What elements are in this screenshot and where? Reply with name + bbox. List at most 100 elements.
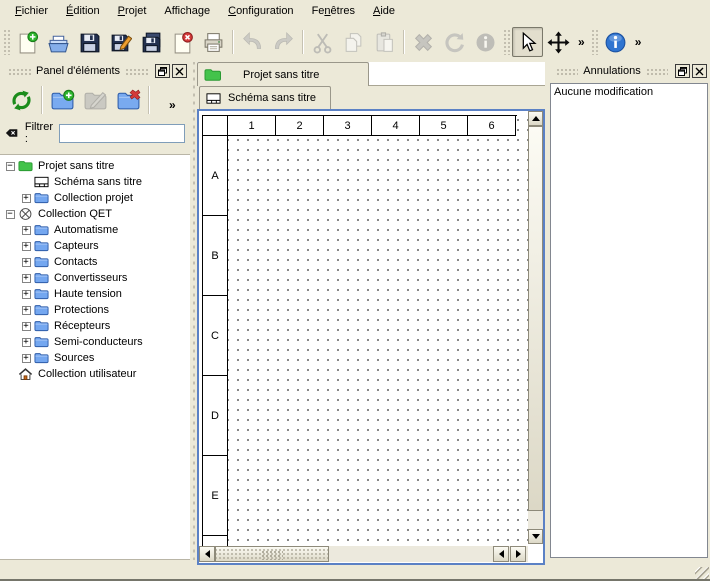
project-folder-icon	[204, 67, 221, 82]
expand-icon[interactable]: +	[22, 258, 31, 267]
menu-item-projet[interactable]: Projet	[109, 3, 156, 19]
schema-icon	[206, 92, 221, 105]
main-toolbar: » »	[0, 22, 710, 62]
open-file-button[interactable]	[43, 27, 74, 57]
tree-item-label: Collection QET	[38, 208, 112, 220]
save-button[interactable]	[74, 27, 105, 57]
element-info-button[interactable]	[470, 27, 501, 57]
dock-close-button[interactable]	[172, 64, 187, 78]
expand-icon[interactable]: +	[22, 194, 31, 203]
tree-item[interactable]: −Projet sans titre	[0, 158, 190, 174]
select-arrow-icon	[516, 31, 539, 54]
tab-project[interactable]: Projet sans titre	[197, 62, 369, 86]
menu-item-fichier[interactable]: Fichier	[6, 3, 57, 19]
rotate-button[interactable]	[439, 27, 470, 57]
expand-icon[interactable]: +	[22, 226, 31, 235]
schema-view[interactable]: 123456 ABCDE	[197, 109, 545, 565]
folder-blue-icon	[34, 239, 49, 253]
print-button[interactable]	[198, 27, 229, 57]
horizontal-scrollbar[interactable]	[199, 546, 528, 562]
panel-toolbar-overflow-button[interactable]: »	[165, 98, 180, 112]
undo-history-list[interactable]: Aucune modification	[550, 83, 708, 558]
menu-item-aide[interactable]: Aide	[364, 3, 404, 19]
schema-canvas[interactable]: 123456 ABCDE	[199, 111, 528, 547]
new-category-button[interactable]	[46, 84, 79, 116]
tree-item[interactable]: +Automatisme	[0, 222, 190, 238]
scroll-right-button[interactable]	[510, 546, 526, 562]
undo-button[interactable]	[237, 27, 268, 57]
expand-icon[interactable]: +	[22, 306, 31, 315]
tree-item[interactable]: +Capteurs	[0, 238, 190, 254]
folder-blue-icon	[34, 271, 49, 285]
cut-icon	[311, 31, 334, 54]
redo-button[interactable]	[268, 27, 299, 57]
expand-icon[interactable]: +	[22, 242, 31, 251]
expand-icon[interactable]: +	[22, 354, 31, 363]
toolbar-overflow-button[interactable]: »	[574, 35, 589, 49]
cut-button[interactable]	[307, 27, 338, 57]
move-tool-button[interactable]	[543, 27, 574, 57]
about-info-button[interactable]	[600, 27, 631, 57]
expand-icon[interactable]: +	[22, 338, 31, 347]
dock-float-button[interactable]	[155, 64, 170, 78]
new-file-button[interactable]	[12, 27, 43, 57]
resize-grip[interactable]	[695, 567, 709, 581]
tab-schema[interactable]: Schéma sans titre	[199, 86, 331, 109]
paste-button[interactable]	[369, 27, 400, 57]
undo-panel-header[interactable]: Annulations	[548, 62, 710, 80]
menu-item-fenetres[interactable]: Fenêtres	[303, 3, 364, 19]
dock-float-button[interactable]	[675, 64, 690, 78]
tree-item[interactable]: +Protections	[0, 302, 190, 318]
tree-item[interactable]: +Convertisseurs	[0, 270, 190, 286]
menu-item-configuration[interactable]: Configuration	[219, 3, 302, 19]
scroll-left-button-2[interactable]	[493, 546, 509, 562]
vertical-scrollbar[interactable]	[528, 111, 543, 544]
tree-item[interactable]: +Récepteurs	[0, 318, 190, 334]
close-file-button[interactable]	[167, 27, 198, 57]
edit-category-button[interactable]	[79, 84, 112, 116]
expand-icon[interactable]: +	[22, 274, 31, 283]
clear-filter-icon[interactable]	[5, 126, 18, 140]
scroll-up-button[interactable]	[528, 111, 543, 126]
delete-button[interactable]	[408, 27, 439, 57]
menu-item-edition[interactable]: Édition	[57, 3, 109, 19]
new-file-icon	[16, 31, 39, 54]
tree-item-label: Haute tension	[54, 288, 122, 300]
delete-category-button[interactable]	[112, 84, 145, 116]
save-as-button[interactable]	[105, 27, 136, 57]
menu-item-affichage[interactable]: Affichage	[155, 3, 219, 19]
tree-item[interactable]: +Collection projet	[0, 190, 190, 206]
column-label: 4	[372, 116, 420, 136]
tree-item[interactable]: Collection utilisateur	[0, 366, 190, 382]
collapse-icon[interactable]: −	[6, 210, 15, 219]
tree-item[interactable]: Schéma sans titre	[0, 174, 190, 190]
dock-close-button[interactable]	[692, 64, 707, 78]
toolbar-handle[interactable]	[591, 29, 598, 55]
elements-panel-header[interactable]: Panel d'éléments	[0, 62, 190, 80]
toolbar-handle[interactable]	[503, 29, 510, 55]
tree-item[interactable]: + Haute tension	[0, 286, 190, 302]
reload-collections-button[interactable]	[5, 84, 38, 116]
undo-list-item[interactable]: Aucune modification	[551, 84, 707, 100]
elements-panel-title: Panel d'éléments	[36, 65, 120, 77]
scroll-left-button[interactable]	[199, 546, 215, 562]
horizontal-scroll-thumb[interactable]	[215, 546, 329, 562]
save-all-button[interactable]	[136, 27, 167, 57]
collapse-icon[interactable]: −	[6, 162, 15, 171]
tree-item[interactable]: +Sources	[0, 350, 190, 366]
expand-icon[interactable]: +	[22, 290, 31, 299]
toolbar-overflow-button[interactable]: »	[631, 35, 646, 49]
scroll-down-button[interactable]	[528, 529, 543, 544]
select-tool-button[interactable]	[512, 27, 543, 57]
tree-item[interactable]: +Semi-conducteurs	[0, 334, 190, 350]
expand-icon[interactable]: +	[22, 322, 31, 331]
tree-item[interactable]: − Collection QET	[0, 206, 190, 222]
column-label: 6	[468, 116, 516, 136]
left-splitter[interactable]	[190, 62, 197, 560]
close-icon	[695, 67, 704, 76]
toolbar-handle[interactable]	[3, 29, 10, 55]
copy-button[interactable]	[338, 27, 369, 57]
vertical-scroll-thumb[interactable]	[528, 126, 543, 511]
filter-input[interactable]	[59, 124, 185, 143]
tree-item[interactable]: +Contacts	[0, 254, 190, 270]
